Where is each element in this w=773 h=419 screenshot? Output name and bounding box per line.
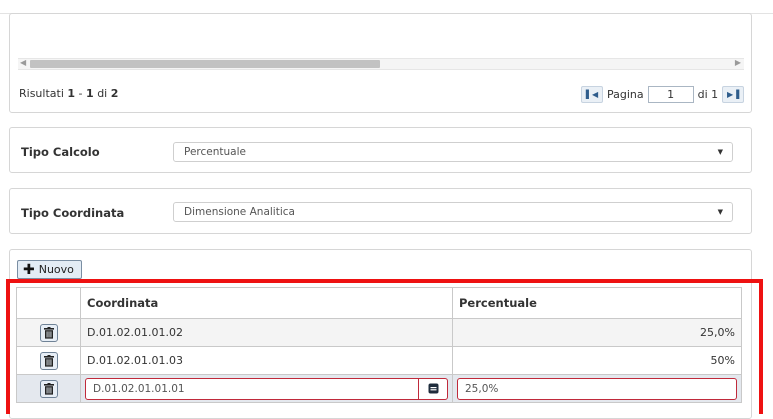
tipo-calcolo-label: Tipo Calcolo: [21, 145, 100, 159]
plus-icon: ✚: [23, 261, 35, 278]
page-number-input[interactable]: [647, 86, 694, 103]
new-button[interactable]: ✚ Nuovo: [17, 260, 82, 279]
page-label: Pagina: [607, 88, 644, 101]
scroll-left-icon[interactable]: ◀: [20, 58, 26, 67]
results-total: 2: [110, 87, 119, 100]
last-page-icon: ▶▐: [727, 90, 740, 99]
results-of: di: [97, 87, 108, 100]
tipo-coordinata-select[interactable]: Dimensione Analitica ▼: [173, 202, 733, 222]
page-count: di 1: [697, 88, 719, 101]
first-page-button[interactable]: ▌◀: [581, 86, 603, 103]
results-end: 1: [86, 87, 94, 100]
tipo-calcolo-select[interactable]: Percentuale ▼: [173, 142, 733, 162]
results-start: 1: [67, 87, 76, 100]
tipo-coordinata-label: Tipo Coordinata: [21, 206, 125, 220]
results-sep: -: [78, 87, 83, 100]
horizontal-scrollbar[interactable]: ◀ ▶: [18, 58, 744, 70]
highlight-box: [6, 279, 763, 414]
results-count: Risultati 1 - 1 di 2: [19, 87, 118, 100]
tipo-coordinata-value: Dimensione Analitica: [184, 206, 295, 218]
scrollbar-thumb[interactable]: [30, 60, 380, 68]
new-button-label: Nuovo: [38, 263, 74, 276]
last-page-button[interactable]: ▶▐: [722, 86, 745, 103]
tipo-calcolo-value: Percentuale: [184, 146, 246, 158]
scroll-right-icon[interactable]: ▶: [735, 58, 741, 67]
chevron-down-icon: ▼: [717, 148, 723, 156]
pagination: ▌◀ Pagina di 1 ▶▐: [581, 85, 745, 104]
first-page-icon: ▌◀: [585, 90, 599, 99]
results-prefix: Risultati: [19, 87, 64, 100]
chevron-down-icon: ▼: [717, 208, 723, 216]
